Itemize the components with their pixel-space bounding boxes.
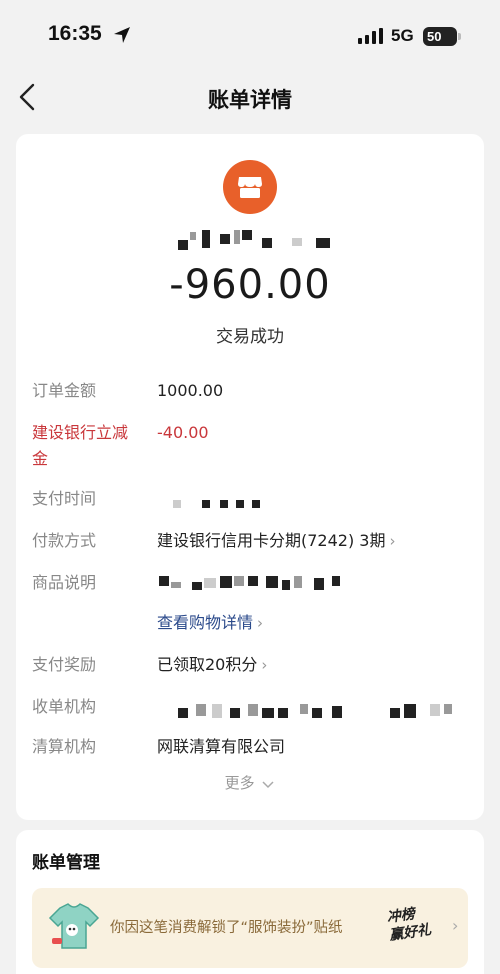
store-icon bbox=[223, 160, 277, 214]
goods-label: 商品说明 bbox=[32, 573, 97, 592]
discount-label-line1: 建设银行立减 bbox=[32, 423, 129, 442]
signal-bars-icon bbox=[358, 28, 383, 44]
view-shopping-details-text: 查看购物详情 bbox=[157, 613, 254, 632]
reward-value[interactable]: 已领取20积分 › bbox=[157, 652, 267, 678]
chevron-right-icon: › bbox=[389, 532, 396, 550]
status-bar: 16:35 5G 50 bbox=[0, 0, 500, 72]
pay-method-value[interactable]: 建设银行信用卡分期(7242) 3期 › bbox=[157, 528, 395, 554]
bill-management-card: 账单管理 你因这笔消费解锁了“服饰装扮”贴纸 冲榜 赢好礼 › bbox=[16, 830, 484, 974]
bill-management-title: 账单管理 bbox=[32, 853, 100, 873]
show-more-button[interactable]: 更多 bbox=[16, 772, 484, 793]
network-type: 5G bbox=[391, 26, 414, 45]
clearing-value: 网联清算有限公司 bbox=[157, 737, 286, 756]
reward-label: 支付奖励 bbox=[32, 655, 97, 674]
sticker-promo-banner[interactable]: 你因这笔消费解锁了“服饰装扮”贴纸 冲榜 赢好礼 › bbox=[32, 888, 468, 968]
discount-value: -40.00 bbox=[157, 423, 209, 442]
view-shopping-details-link[interactable]: 查看购物详情 › bbox=[157, 610, 263, 636]
clearing-label: 清算机构 bbox=[32, 737, 97, 756]
chevron-down-icon bbox=[262, 780, 274, 788]
order-amount-value: 1000.00 bbox=[157, 381, 224, 400]
pay-method-label: 付款方式 bbox=[32, 531, 97, 550]
pay-method-text: 建设银行信用卡分期(7242) 3期 bbox=[157, 531, 386, 550]
reward-text: 已领取20积分 bbox=[157, 655, 258, 674]
chevron-right-icon: › bbox=[257, 614, 264, 632]
page-title: 账单详情 bbox=[208, 88, 292, 112]
pay-time-label: 支付时间 bbox=[32, 489, 97, 508]
order-amount-label: 订单金额 bbox=[32, 381, 97, 400]
transaction-status: 交易成功 bbox=[216, 327, 284, 347]
chevron-right-icon: › bbox=[261, 656, 268, 674]
status-time: 16:35 bbox=[48, 22, 102, 45]
nav-bar: 账单详情 bbox=[0, 72, 500, 122]
discount-label-line2: 金 bbox=[32, 449, 49, 468]
show-more-label: 更多 bbox=[224, 774, 255, 792]
battery-level: 50 bbox=[427, 29, 442, 44]
battery-icon: 50 bbox=[423, 27, 461, 46]
location-arrow-icon bbox=[114, 27, 130, 43]
chevron-right-icon: › bbox=[452, 916, 459, 935]
acquirer-label: 收单机构 bbox=[32, 697, 97, 716]
promo-text: 你因这笔消费解锁了“服饰装扮”贴纸 bbox=[110, 920, 343, 936]
transaction-amount: -960.00 bbox=[169, 262, 331, 308]
promo-badge: 冲榜 赢好礼 bbox=[386, 903, 433, 944]
tshirt-sticker-icon bbox=[48, 903, 100, 949]
bill-detail-card: -960.00 交易成功 订单金额 1000.00 建设银行立减 金 -40.0… bbox=[16, 134, 484, 820]
